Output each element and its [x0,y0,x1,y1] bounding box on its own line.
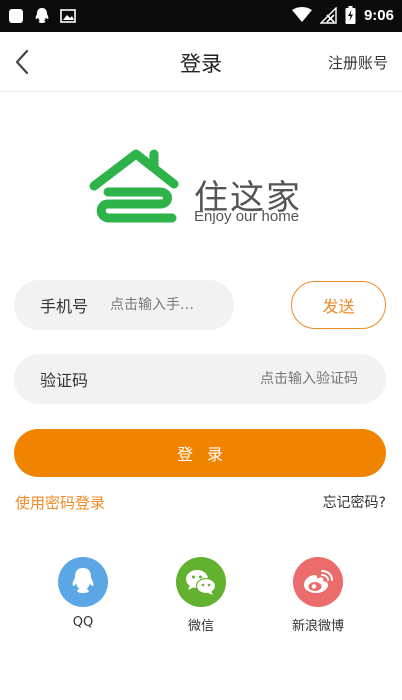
signal-icon [319,6,337,24]
phone-label: 手机号 [40,297,89,316]
system-indicators: 9:06 [291,6,394,24]
qq-notification-icon [35,8,49,23]
login-button[interactable]: 登录 [14,429,386,477]
weibo-icon [293,557,343,607]
forgot-password-link[interactable]: 忘记密码? [323,492,386,512]
wechat-icon [176,557,226,607]
register-account-link[interactable]: 注册账号 [328,52,388,73]
send-code-button[interactable]: 发送 [291,281,386,329]
image-notification-icon [60,9,76,23]
weibo-login-button[interactable]: 新浪微博 [278,557,358,634]
wifi-icon [291,7,312,22]
verification-code-label: 验证码 [40,371,89,390]
app-notification-icon [9,9,23,23]
phone-field[interactable]: 手机号 [14,280,234,330]
password-login-link[interactable]: 使用密码登录 [15,492,105,513]
clock: 9:06 [363,6,394,24]
weibo-label: 新浪微博 [291,619,344,634]
status-bar: 9:06 [0,0,402,32]
wechat-label: 微信 [187,619,214,634]
wechat-login-button[interactable]: 微信 [161,557,241,634]
notification-icons [8,7,76,25]
verification-code-input[interactable] [88,371,358,387]
verification-code-field[interactable]: 验证码 [14,354,386,404]
brand-slogan: Enjoy our home [194,208,300,225]
qq-label: QQ [72,615,94,630]
nav-bar: 登录 注册账号 [0,32,402,92]
battery-charging-icon [345,6,356,24]
qq-icon [58,557,108,607]
qq-login-button[interactable]: QQ [43,557,123,630]
phone-input[interactable] [110,297,206,313]
